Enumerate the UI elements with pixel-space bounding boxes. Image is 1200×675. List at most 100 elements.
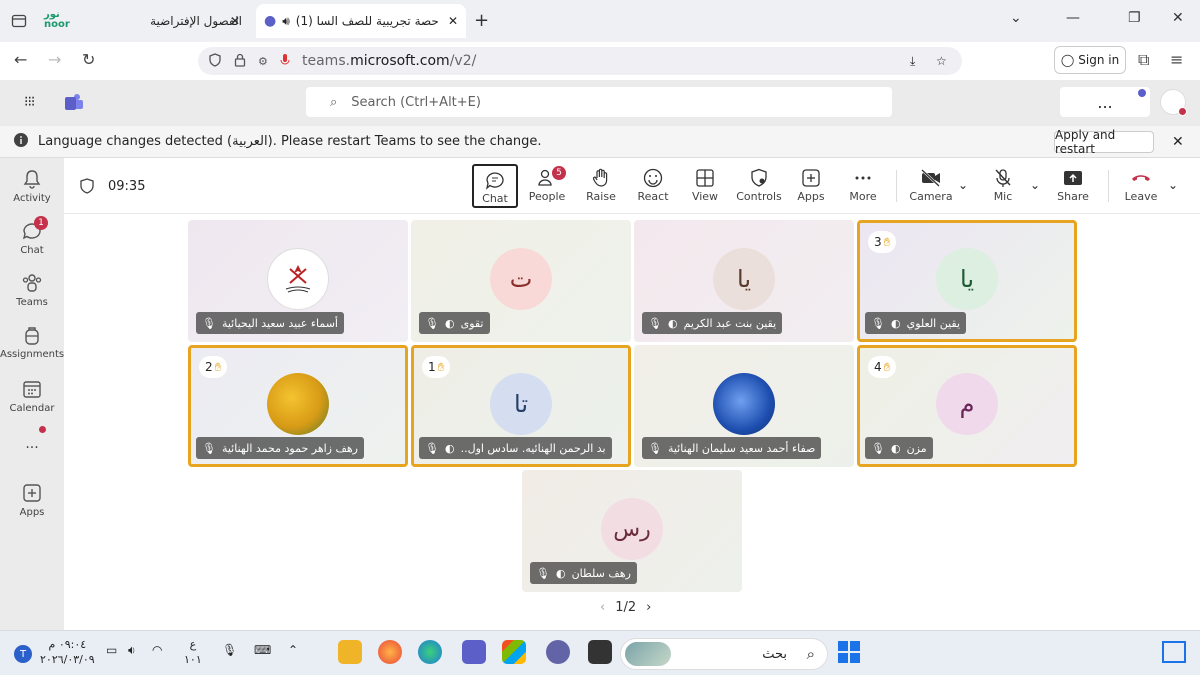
participant-namebar: 🎙︎ ◐ تقوى (419, 312, 490, 334)
extensions-icon[interactable]: ⧉ (1138, 50, 1149, 70)
forward-button[interactable]: → (48, 50, 61, 69)
mic-off-icon (995, 169, 1011, 187)
more-button[interactable]: More (840, 164, 886, 208)
more-options-button[interactable]: ... (1060, 87, 1150, 117)
participant-tile[interactable]: 3 ✋︎ يا 🎙︎ ◐ يقين العلوي (857, 220, 1077, 342)
participant-tile[interactable]: 2 ✋︎ 🎙︎ رهف زاهر حمود محمد الهنائية (188, 345, 408, 467)
raise-hand-button[interactable]: Raise (578, 164, 624, 208)
back-button[interactable]: ← (14, 50, 27, 69)
react-button[interactable]: React (630, 164, 676, 208)
tab-list-icon[interactable] (8, 10, 30, 32)
participant-tile[interactable]: 🎙︎ صفاء أحمد سعيد سليمان الهنائية (634, 345, 854, 467)
chat-app-icon[interactable] (546, 640, 570, 664)
participant-tile[interactable]: يا 🎙︎ ◐ يقين بنت عبد الكريم (634, 220, 854, 342)
reload-button[interactable]: ↻ (82, 50, 95, 69)
clock[interactable]: ٠٩:٠٤ م ٢٠٢٦/٠٣/٠٩ (40, 637, 95, 667)
mic-button[interactable]: Mic (980, 164, 1026, 208)
teams-icon[interactable] (462, 640, 486, 664)
status-badge (1178, 107, 1187, 116)
windows-start-icon[interactable] (838, 641, 860, 663)
file-explorer-icon[interactable] (338, 640, 362, 664)
tab-virtual-classes[interactable]: ✕ الفصول الإفتراضية (100, 4, 250, 38)
mic-off-icon: 🎙︎ (202, 316, 216, 330)
chevron-down-icon[interactable]: ⌄ (1010, 10, 1022, 26)
show-desktop-icon[interactable] (1162, 641, 1186, 663)
rail-item-teams[interactable]: Teams (0, 272, 64, 308)
rail-item-apps[interactable]: Apps (0, 482, 64, 518)
chevron-left-icon[interactable]: ‹ (600, 600, 605, 615)
rail-item-calendar[interactable]: Calendar (0, 378, 64, 414)
shield-icon[interactable] (208, 52, 222, 70)
participant-tile[interactable]: ت 🎙︎ ◐ تقوى (411, 220, 631, 342)
tab-teams-meeting[interactable]: ● 🔊︎ (1) حصة تجريبية للصف السا ✕ (256, 4, 466, 38)
search-input[interactable]: ⌕ Search (Ctrl+Alt+E) (306, 87, 892, 117)
share-button[interactable]: Share (1050, 164, 1096, 208)
address-bar[interactable]: ⚙ teams.microsoft.com/v2/ ⤓ ☆ (198, 47, 962, 75)
menu-icon[interactable]: ≡ (1170, 50, 1183, 69)
people-button[interactable]: People 5 (524, 164, 570, 208)
avatar (267, 373, 329, 435)
rail-item-chat[interactable]: Chat 1 (0, 216, 64, 256)
camera-button[interactable]: Camera (908, 164, 954, 208)
browser-tab-strip: نور noor ✕ الفصول الإفتراضية ● 🔊︎ (1) حصة… (0, 0, 1200, 42)
participant-namebar: 🎙︎ ◐ يقين العلوي (865, 312, 967, 334)
rail-item-activity[interactable]: Activity (0, 168, 64, 204)
participant-tile[interactable]: 🎙︎ أسماء عبيد سعيد اليحيائية (188, 220, 408, 342)
terminal-icon[interactable] (588, 640, 612, 664)
microphone-icon[interactable] (280, 53, 290, 70)
lock-icon[interactable] (234, 53, 246, 70)
volume-icon[interactable]: 🔉︎ (128, 643, 136, 658)
new-tab-button[interactable]: + (474, 10, 489, 31)
chevron-down-icon[interactable]: ⌄ (1030, 178, 1040, 192)
speaker-icon[interactable]: 🔊︎ (282, 14, 290, 29)
avatar: يا (936, 248, 998, 310)
keyboard-icon[interactable]: ⌨ (254, 643, 271, 657)
taskbar-search[interactable]: بحث ⌕ (620, 638, 828, 670)
close-window-button[interactable]: ✕ (1172, 10, 1184, 26)
sign-in-button[interactable]: ◯ Sign in (1054, 46, 1126, 74)
participant-namebar: 🎙︎ ◐ رهف سلطان (530, 562, 637, 584)
minimize-button[interactable]: — (1066, 10, 1080, 26)
install-app-icon[interactable]: ⤓ (910, 54, 915, 69)
leave-button[interactable]: Leave (1118, 164, 1164, 208)
avatar (713, 373, 775, 435)
chat-button[interactable]: Chat (472, 164, 518, 208)
app-launcher-icon[interactable]: ⁝⁝⁝ (24, 94, 35, 110)
apps-button[interactable]: Apps (788, 164, 834, 208)
banner-text: Language changes detected (العربية). Ple… (38, 134, 542, 149)
participant-namebar: 🎙︎ صفاء أحمد سعيد سليمان الهنائية (642, 437, 822, 459)
close-icon[interactable]: ✕ (448, 14, 458, 28)
participant-tile[interactable]: رس 🎙︎ ◐ رهف سلطان (522, 470, 742, 592)
chevron-down-icon[interactable]: ⌄ (958, 178, 968, 192)
close-icon[interactable]: ✕ (1172, 134, 1184, 150)
battery-icon[interactable]: ▭ (106, 643, 117, 657)
star-icon[interactable]: ☆ (936, 54, 947, 68)
edge-icon[interactable] (418, 640, 442, 664)
avatar[interactable] (1160, 89, 1187, 116)
notification-dot (1138, 89, 1146, 97)
people-count-badge: 5 (552, 166, 566, 180)
rail-item-assignments[interactable]: Assignments (0, 324, 64, 360)
rail-item-more[interactable]: ... (0, 426, 64, 452)
gallery-pager: ‹ 1/2 › (600, 600, 652, 615)
language-indicator[interactable]: ع ١٠١ (184, 637, 202, 667)
raised-hand-badge: 3 ✋︎ (868, 231, 897, 253)
notification-badge[interactable]: T (14, 645, 32, 663)
wifi-icon[interactable]: ◠ (152, 643, 162, 657)
participant-namebar: 🎙︎ أسماء عبيد سعيد اليحيائية (196, 312, 344, 334)
maximize-button[interactable]: ❐ (1128, 10, 1141, 26)
participant-tile[interactable]: 4 ✋︎ م 🎙︎ ◐ مزن (857, 345, 1077, 467)
microphone-icon[interactable]: 🎙︎ (222, 643, 237, 657)
controls-button[interactable]: Controls (734, 164, 784, 208)
store-icon[interactable] (502, 640, 526, 664)
participant-tile[interactable]: 1 ✋︎ تا 🎙︎ ◐ ..بد الرحمن الهنائيه. سادس ا… (411, 345, 631, 467)
hand-icon: ✋︎ (214, 359, 222, 374)
firefox-icon[interactable] (378, 640, 402, 664)
chevron-up-icon[interactable]: ⌃ (288, 643, 298, 657)
apply-and-restart-button[interactable]: Apply and restart (1054, 128, 1154, 156)
permissions-icon[interactable]: ⚙ (258, 55, 268, 68)
chevron-right-icon[interactable]: › (646, 600, 651, 615)
close-icon[interactable]: ✕ (230, 14, 240, 28)
chevron-down-icon[interactable]: ⌄ (1168, 178, 1178, 192)
view-button[interactable]: View (682, 164, 728, 208)
